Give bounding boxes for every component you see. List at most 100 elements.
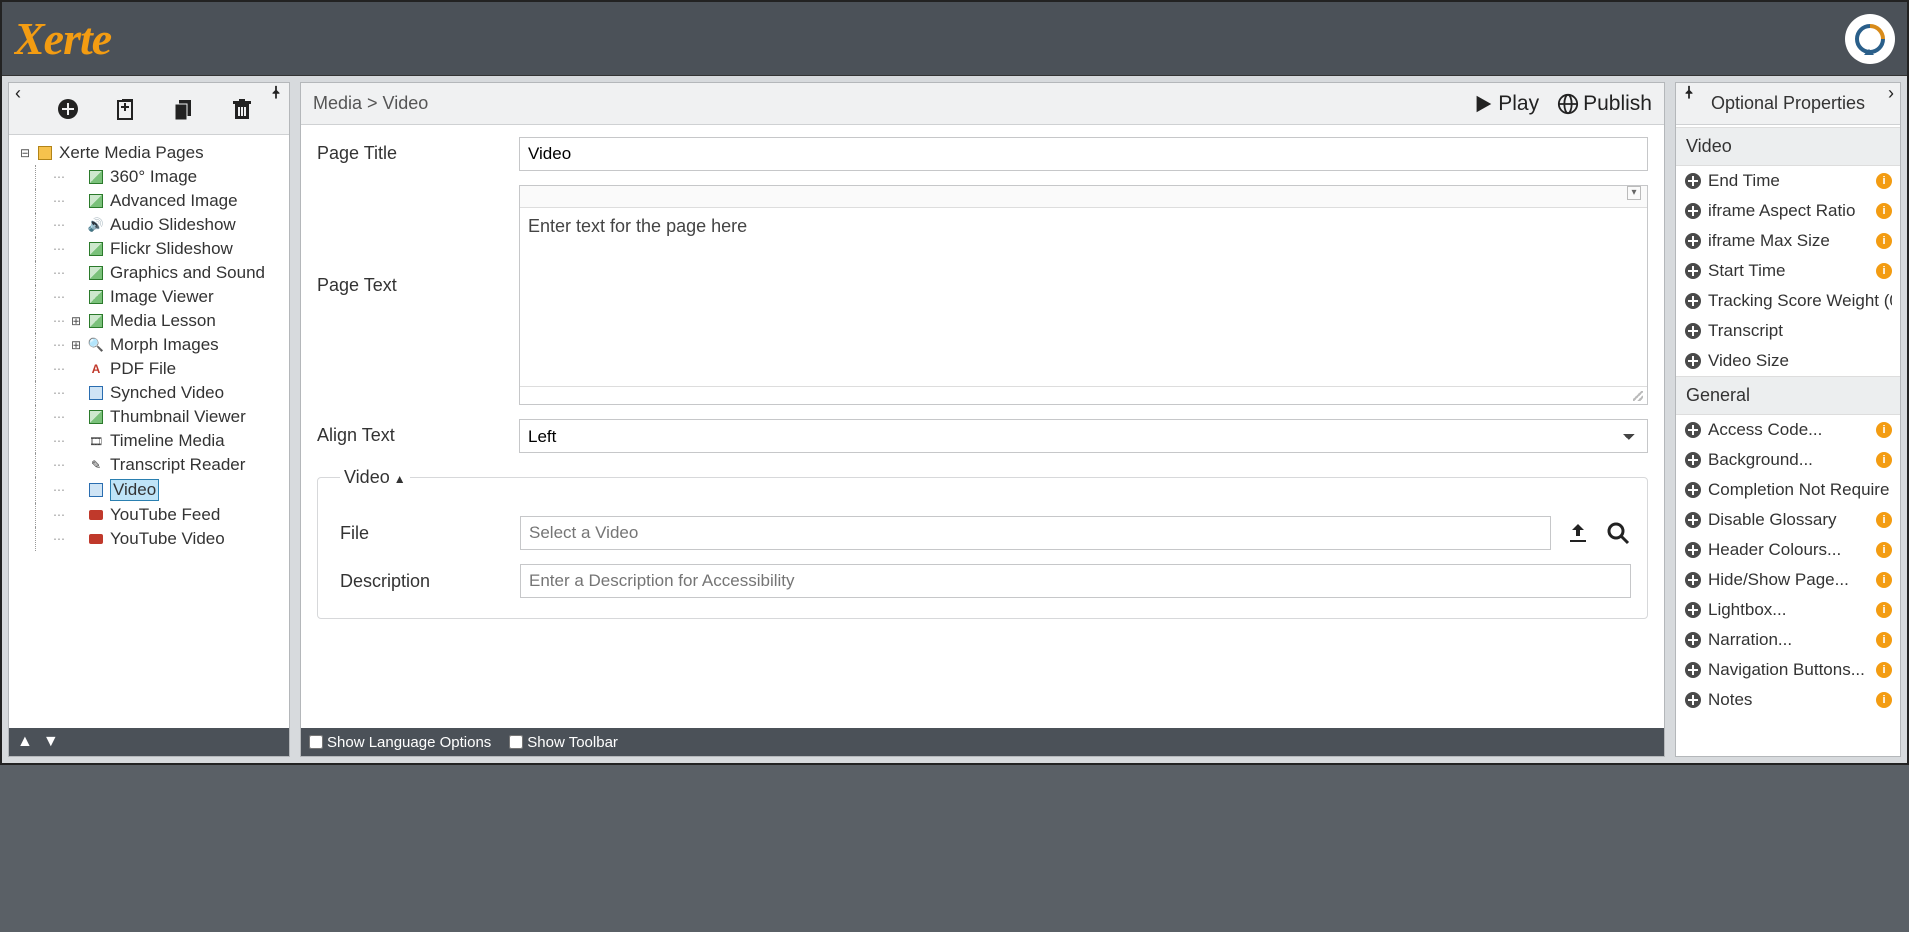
info-icon[interactable]: i	[1876, 233, 1892, 249]
pin-icon[interactable]	[269, 85, 283, 104]
info-icon[interactable]: i	[1876, 452, 1892, 468]
tree-item-icon: 🎞	[88, 433, 104, 449]
info-icon[interactable]: i	[1876, 692, 1892, 708]
video-group-legend[interactable]: Video▲	[340, 467, 410, 488]
tree-item[interactable]: ⋯Image Viewer	[13, 285, 285, 309]
tree-item-icon	[88, 482, 104, 498]
prop-item[interactable]: Navigation Buttons... i	[1676, 655, 1900, 685]
plus-icon	[1684, 451, 1702, 469]
prop-item[interactable]: Tracking Score Weight (0	[1676, 286, 1900, 316]
tree-item[interactable]: ⋯🎞Timeline Media	[13, 429, 285, 453]
info-icon[interactable]: i	[1876, 512, 1892, 528]
show-language-checkbox[interactable]: Show Language Options	[309, 734, 491, 751]
prop-item[interactable]: End Timei	[1676, 166, 1900, 196]
info-icon[interactable]: i	[1876, 662, 1892, 678]
svg-text:Xerte: Xerte	[14, 14, 112, 64]
rte-resize-handle[interactable]	[520, 386, 1647, 404]
info-icon[interactable]: i	[1876, 542, 1892, 558]
prop-item[interactable]: Transcript	[1676, 316, 1900, 346]
align-text-select[interactable]: Left	[519, 419, 1648, 453]
tree-item[interactable]: ⋯Video	[13, 477, 285, 503]
tree-item-icon	[88, 169, 104, 185]
file-input[interactable]	[520, 516, 1551, 550]
tree-item[interactable]: ⋯Advanced Image	[13, 189, 285, 213]
tree-item-icon	[88, 507, 104, 523]
info-icon[interactable]: i	[1876, 203, 1892, 219]
prop-label: Hide/Show Page...	[1708, 570, 1870, 590]
tree-item[interactable]: ⋯Thumbnail Viewer	[13, 405, 285, 429]
publish-button[interactable]: Publish	[1557, 92, 1652, 116]
tree-item-icon: ✎	[88, 457, 104, 473]
insert-button[interactable]	[113, 96, 139, 122]
prop-item[interactable]: iframe Max Sizei	[1676, 226, 1900, 256]
plus-icon	[1684, 202, 1702, 220]
video-fieldset: Video▲ File Description	[317, 467, 1648, 619]
prop-label: Completion Not Require	[1708, 480, 1892, 500]
tree-item-label: Advanced Image	[110, 191, 238, 211]
prop-label: Navigation Buttons...	[1708, 660, 1870, 680]
tree-item[interactable]: ⋯✎Transcript Reader	[13, 453, 285, 477]
tree-item-label: Audio Slideshow	[110, 215, 236, 235]
tree-item[interactable]: ⋯APDF File	[13, 357, 285, 381]
tree-item[interactable]: ⋯YouTube Feed	[13, 503, 285, 527]
tree-item-icon	[88, 531, 104, 547]
delete-button[interactable]	[229, 96, 255, 122]
tree-item[interactable]: ⋯Flickr Slideshow	[13, 237, 285, 261]
copy-button[interactable]	[171, 96, 197, 122]
tree-item[interactable]: ⋯⊞🔍Morph Images	[13, 333, 285, 357]
right-panel: Optional Properties › VideoEnd Timeiifra…	[1675, 82, 1901, 757]
prop-item[interactable]: Hide/Show Page... i	[1676, 565, 1900, 595]
play-button[interactable]: Play	[1472, 92, 1539, 116]
tree-item[interactable]: ⋯Synched Video	[13, 381, 285, 405]
tree-item-label: Image Viewer	[110, 287, 214, 307]
page-tree[interactable]: ⊟Xerte Media Pages⋯360° Image⋯Advanced I…	[9, 135, 289, 728]
tree-item[interactable]: ⋯Graphics and Sound	[13, 261, 285, 285]
info-icon[interactable]: i	[1876, 632, 1892, 648]
add-button[interactable]	[55, 96, 81, 122]
prop-item[interactable]: Background...i	[1676, 445, 1900, 475]
info-icon[interactable]: i	[1876, 263, 1892, 279]
page-title-input[interactable]	[519, 137, 1648, 171]
prop-item[interactable]: Disable Glossaryi	[1676, 505, 1900, 535]
tree-item[interactable]: ⋯⊞Media Lesson	[13, 309, 285, 333]
description-input[interactable]	[520, 564, 1631, 598]
collapse-left-icon[interactable]: ‹	[15, 83, 21, 104]
pin-icon[interactable]	[1682, 85, 1696, 104]
prop-item[interactable]: Start Timei	[1676, 256, 1900, 286]
tree-item-icon	[88, 385, 104, 401]
prop-item[interactable]: Access Code...i	[1676, 415, 1900, 445]
tree-item[interactable]: ⋯🔊Audio Slideshow	[13, 213, 285, 237]
rte-dropdown-icon[interactable]: ▾	[1627, 186, 1641, 200]
prop-item[interactable]: Narration...i	[1676, 625, 1900, 655]
tree-item-label: Flickr Slideshow	[110, 239, 233, 259]
page-text-label: Page Text	[317, 185, 519, 296]
properties-list[interactable]: VideoEnd Timeiiframe Aspect Ratioiiframe…	[1676, 125, 1900, 756]
rich-text-editor[interactable]: ▾ Enter text for the page here	[519, 185, 1648, 405]
prop-item[interactable]: Notesi	[1676, 685, 1900, 715]
info-icon[interactable]: i	[1876, 422, 1892, 438]
prop-item[interactable]: Header Colours... i	[1676, 535, 1900, 565]
info-icon[interactable]: i	[1876, 602, 1892, 618]
tree-item[interactable]: ⋯YouTube Video	[13, 527, 285, 551]
search-icon[interactable]	[1605, 520, 1631, 546]
center-header: Media > Video Play Publish	[301, 83, 1664, 125]
tree-item[interactable]: ⋯360° Image	[13, 165, 285, 189]
move-down-button[interactable]: ▼	[43, 733, 59, 751]
rte-body[interactable]: Enter text for the page here	[520, 208, 1647, 386]
prop-label: Header Colours...	[1708, 540, 1870, 560]
tree-item-icon	[88, 193, 104, 209]
show-toolbar-checkbox[interactable]: Show Toolbar	[509, 734, 618, 751]
info-icon[interactable]: i	[1876, 173, 1892, 189]
description-label: Description	[334, 571, 520, 592]
prop-item[interactable]: Lightbox...i	[1676, 595, 1900, 625]
info-icon[interactable]: i	[1876, 572, 1892, 588]
prop-item[interactable]: Video Size	[1676, 346, 1900, 376]
collapse-right-icon[interactable]: ›	[1888, 83, 1894, 104]
move-up-button[interactable]: ▲	[17, 733, 33, 751]
tree-root[interactable]: ⊟Xerte Media Pages	[13, 141, 285, 165]
tree-item-icon	[88, 409, 104, 425]
upload-icon[interactable]	[1565, 520, 1591, 546]
prop-item[interactable]: Completion Not Require	[1676, 475, 1900, 505]
app-logo: Xerte	[14, 14, 174, 64]
prop-item[interactable]: iframe Aspect Ratioi	[1676, 196, 1900, 226]
